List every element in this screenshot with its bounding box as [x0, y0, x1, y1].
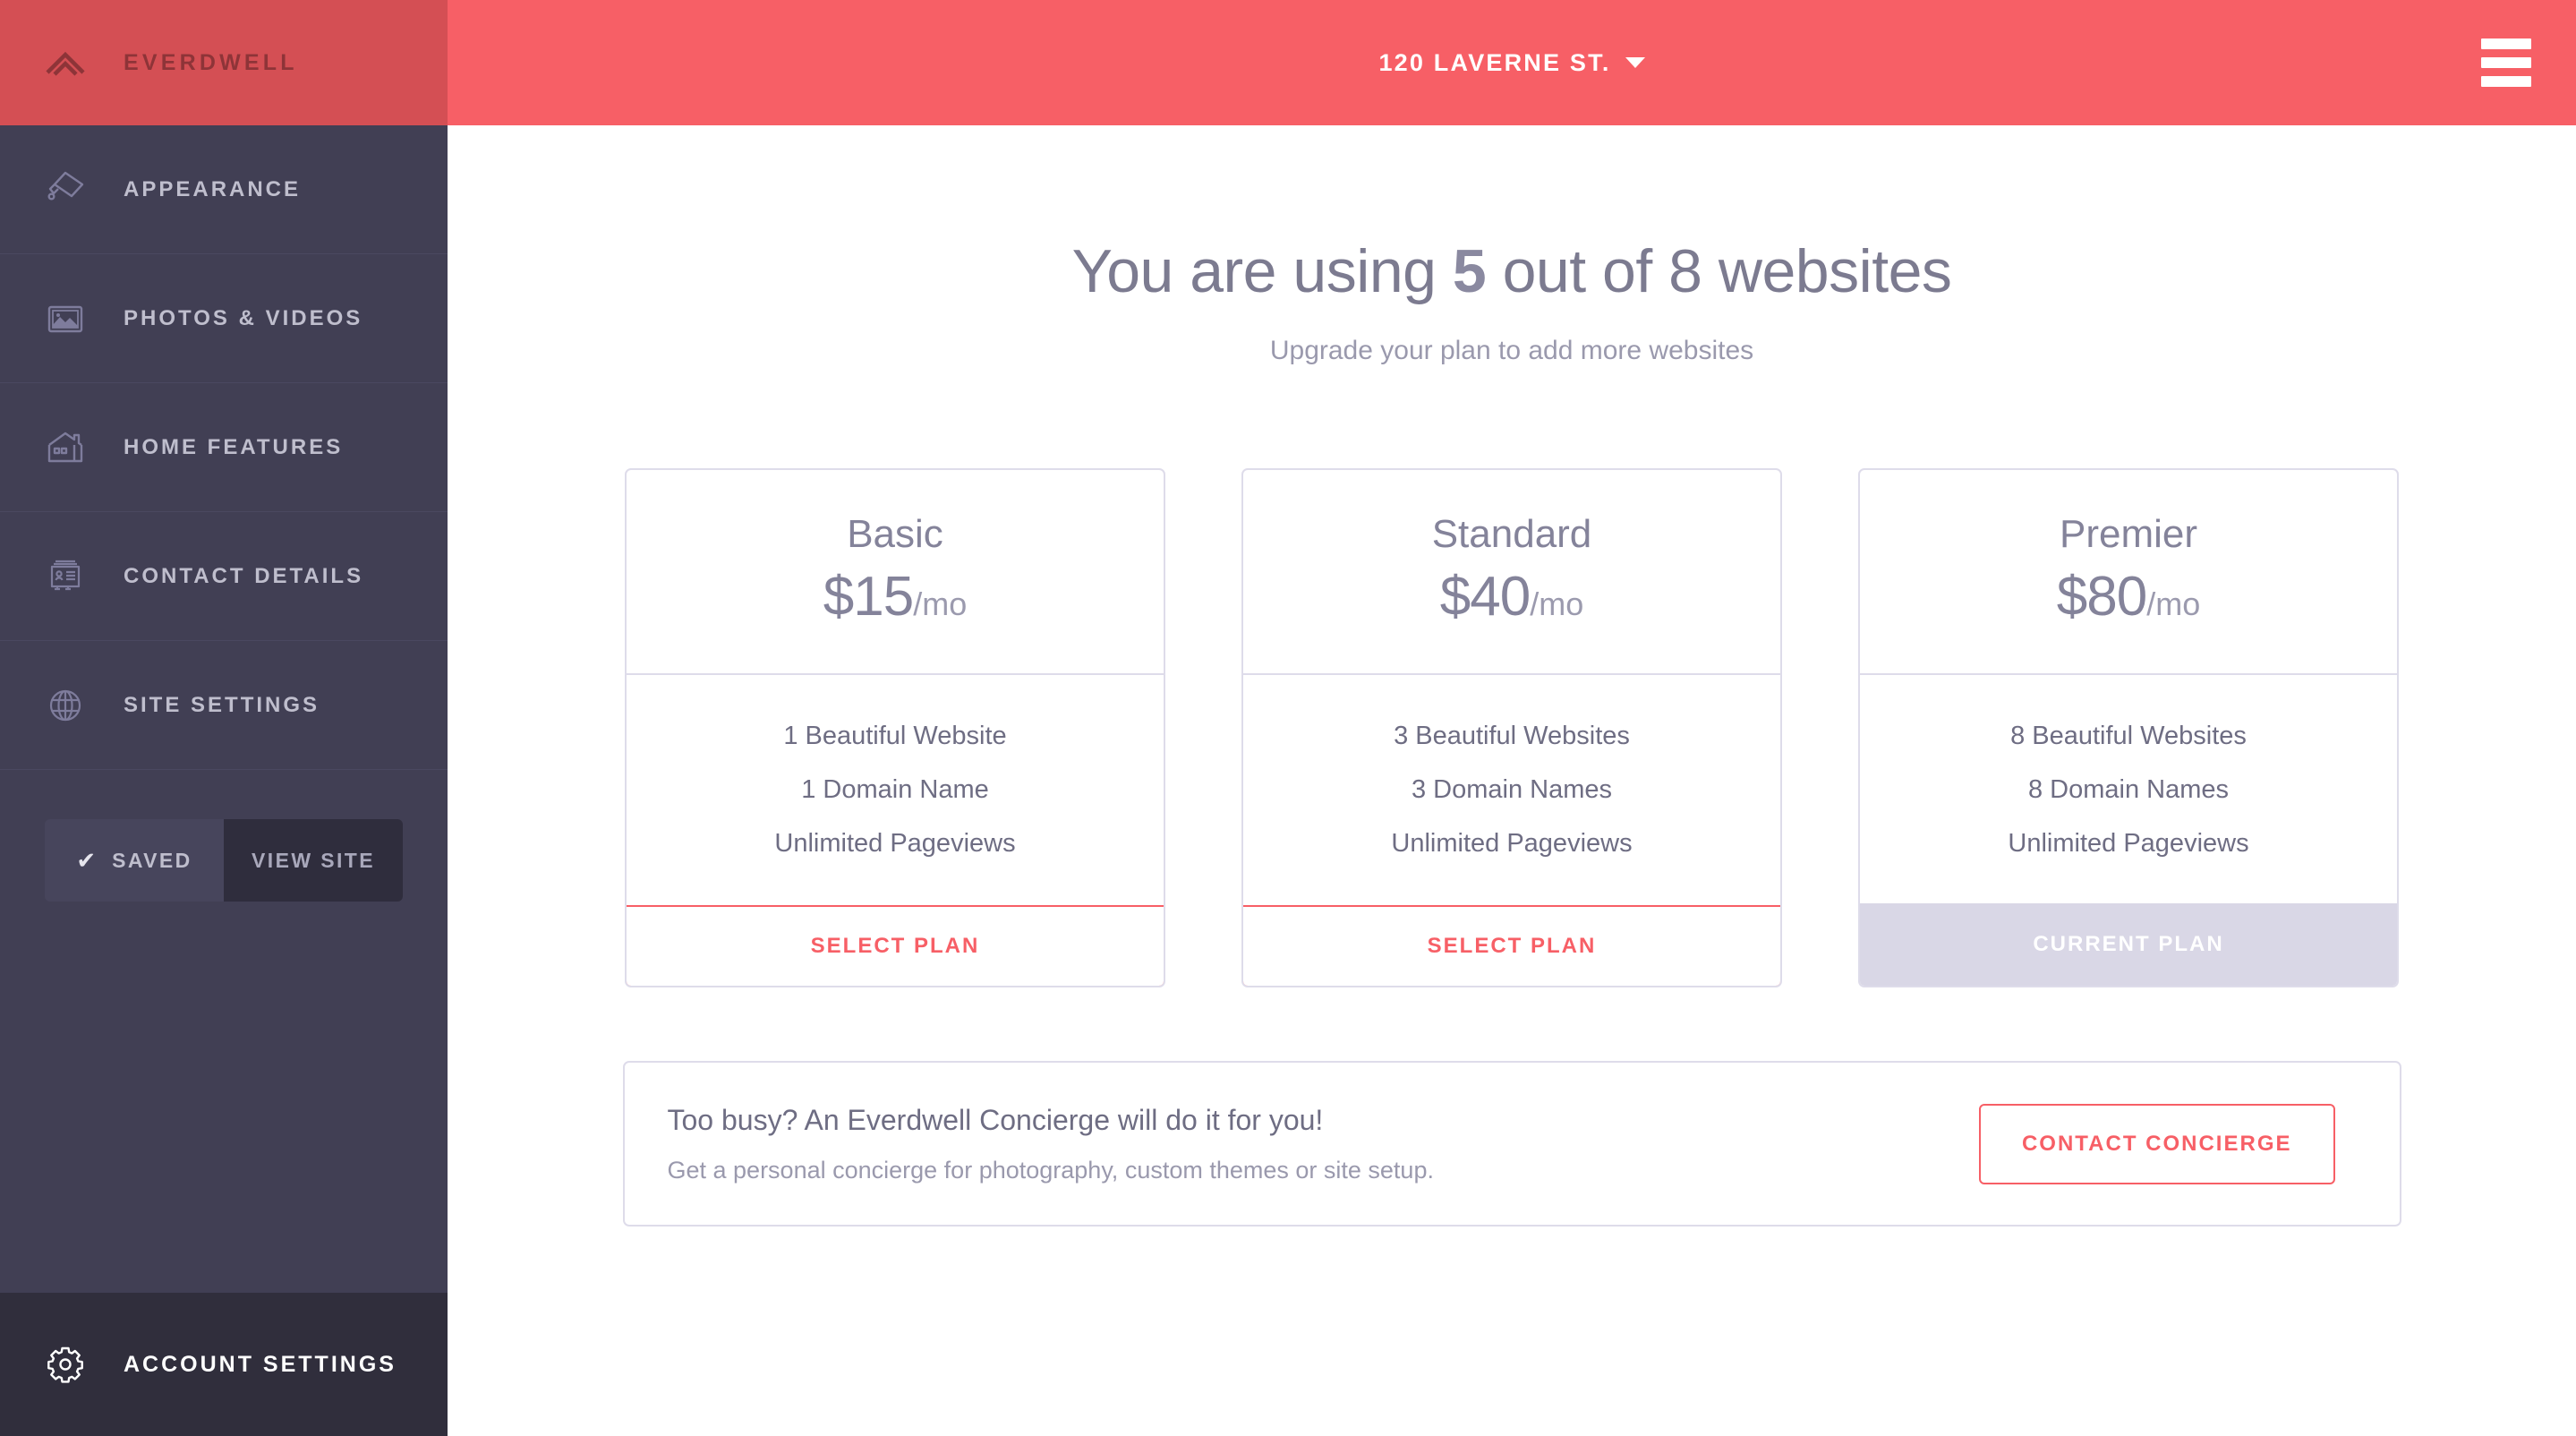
globe-icon: [45, 685, 86, 726]
plan-card: Standard $40 /mo 3 Beautiful Websites 3 …: [1241, 468, 1782, 988]
sidebar-nav: APPEARANCE PHOTOS & VIDEOS HOME FEATURES…: [0, 125, 448, 770]
main-area: 120 LAVERNE ST. You are using 5 out of 8…: [448, 0, 2576, 1436]
plan-card-list: Basic $15 /mo 1 Beautiful Website 1 Doma…: [625, 468, 2399, 988]
concierge-banner: Too busy? An Everdwell Concierge will do…: [622, 1061, 2401, 1227]
plan-price-period: /mo: [1530, 586, 1584, 623]
select-plan-button[interactable]: SELECT PLAN: [1243, 905, 1780, 987]
plan-price-period: /mo: [913, 586, 968, 623]
concierge-title: Too busy? An Everdwell Concierge will do…: [667, 1103, 1324, 1136]
view-site-button-label: VIEW SITE: [252, 848, 375, 872]
view-site-button[interactable]: VIEW SITE: [224, 819, 403, 902]
sidebar: EVERDWELL APPEARANCE PHOTOS & VIDEOS HOM…: [0, 0, 448, 1436]
plan-feature: 3 Beautiful Websites: [1394, 722, 1630, 751]
plan-feature: Unlimited Pageviews: [1391, 829, 1633, 859]
chevron-down-icon: [1625, 57, 1645, 68]
paint-roller-icon: [45, 169, 86, 210]
sidebar-item-label: SITE SETTINGS: [124, 692, 320, 717]
sidebar-item-appearance[interactable]: APPEARANCE: [0, 125, 448, 254]
plan-price: $80 /mo: [2057, 565, 2200, 628]
current-plan-badge: CURRENT PLAN: [1860, 903, 2397, 987]
sidebar-action-buttons: ✔ SAVED VIEW SITE: [45, 819, 403, 902]
plan-feature: 8 Domain Names: [2027, 775, 2230, 805]
plan-feature-list: 8 Beautiful Websites 8 Domain Names Unli…: [1860, 675, 2397, 903]
plan-price-amount: $40: [1439, 566, 1531, 628]
contact-concierge-button[interactable]: CONTACT CONCIERGE: [1978, 1103, 2335, 1184]
select-plan-button[interactable]: SELECT PLAN: [627, 905, 1164, 987]
contact-card-icon: [45, 556, 86, 597]
sidebar-item-site-settings[interactable]: SITE SETTINGS: [0, 641, 448, 770]
sidebar-item-contact-details[interactable]: CONTACT DETAILS: [0, 512, 448, 641]
sidebar-item-label: PHOTOS & VIDEOS: [124, 305, 363, 330]
plan-feature: Unlimited Pageviews: [774, 829, 1016, 859]
plan-name: Basic: [847, 512, 943, 556]
plan-price-amount: $80: [2056, 566, 2147, 628]
plan-header: Standard $40 /mo: [1243, 470, 1780, 676]
page-content: You are using 5 out of 8 websites Upgrad…: [448, 125, 2576, 1436]
brand-logo[interactable]: EVERDWELL: [0, 0, 448, 125]
concierge-text: Too busy? An Everdwell Concierge will do…: [668, 1104, 1434, 1184]
usage-suffix: out of 8 websites: [1502, 237, 1952, 305]
plan-feature-list: 1 Beautiful Website 1 Domain Name Unlimi…: [627, 675, 1164, 907]
plan-card: Basic $15 /mo 1 Beautiful Website 1 Doma…: [625, 468, 1165, 988]
hamburger-bar: [2481, 57, 2531, 68]
plan-feature: 8 Beautiful Websites: [2010, 722, 2247, 751]
saved-button-label: SAVED: [112, 848, 192, 872]
plan-header: Premier $80 /mo: [1860, 470, 2397, 676]
brand-name: EVERDWELL: [124, 49, 298, 75]
plan-header: Basic $15 /mo: [627, 470, 1164, 676]
site-address-dropdown[interactable]: 120 LAVERNE ST.: [1378, 48, 1645, 77]
house-icon: [45, 427, 86, 468]
photo-frame-icon: [45, 298, 86, 339]
chevron-up-mark-icon: [45, 49, 86, 76]
usage-prefix: You are using: [1071, 237, 1437, 305]
hamburger-bar: [2481, 38, 2531, 49]
plan-card: Premier $80 /mo 8 Beautiful Websites 8 D…: [1858, 468, 2399, 988]
sidebar-item-home-features[interactable]: HOME FEATURES: [0, 383, 448, 512]
plan-price: $15 /mo: [823, 565, 967, 628]
plan-price-period: /mo: [2146, 586, 2201, 623]
plan-name: Premier: [2059, 512, 2198, 556]
plan-price-amount: $15: [823, 566, 914, 628]
hamburger-bar: [2481, 76, 2531, 87]
plan-feature-list: 3 Beautiful Websites 3 Domain Names Unli…: [1243, 675, 1780, 907]
plan-feature: 1 Beautiful Website: [783, 722, 1007, 751]
sidebar-item-label: CONTACT DETAILS: [124, 563, 364, 588]
account-settings-button[interactable]: ACCOUNT SETTINGS: [0, 1293, 448, 1436]
plan-feature: 3 Domain Names: [1411, 775, 1613, 805]
concierge-subtitle: Get a personal concierge for photography…: [667, 1156, 1434, 1184]
check-icon: ✔: [76, 847, 97, 874]
gear-icon: [45, 1344, 86, 1385]
page-subtitle: Upgrade your plan to add more websites: [1269, 336, 1754, 365]
usage-count: 5: [1452, 237, 1487, 305]
plan-price: $40 /mo: [1440, 565, 1583, 628]
sidebar-item-photos-videos[interactable]: PHOTOS & VIDEOS: [0, 254, 448, 383]
site-address-label: 120 LAVERNE ST.: [1378, 48, 1611, 76]
plan-feature: Unlimited Pageviews: [2008, 829, 2249, 859]
account-settings-label: ACCOUNT SETTINGS: [124, 1351, 397, 1377]
hamburger-menu-icon[interactable]: [2481, 38, 2531, 87]
saved-button[interactable]: ✔ SAVED: [45, 819, 224, 902]
top-bar: 120 LAVERNE ST.: [448, 0, 2576, 125]
app-root: EVERDWELL APPEARANCE PHOTOS & VIDEOS HOM…: [0, 0, 2576, 1436]
sidebar-item-label: APPEARANCE: [124, 176, 302, 201]
page-title: You are using 5 out of 8 websites: [1072, 236, 1952, 306]
plan-name: Standard: [1431, 512, 1592, 556]
plan-feature: 1 Domain Name: [801, 775, 989, 805]
sidebar-item-label: HOME FEATURES: [124, 434, 344, 459]
